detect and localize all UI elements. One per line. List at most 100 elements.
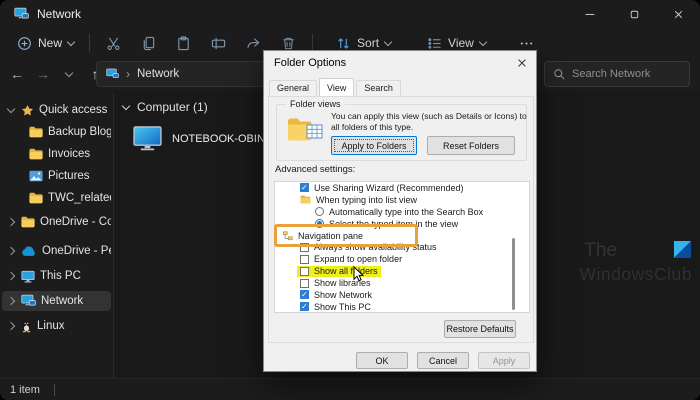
advanced-item-always-show-availability-status[interactable]: Always show availability status <box>275 241 529 253</box>
tab-general[interactable]: General <box>269 80 317 96</box>
checkbox-unchecked-icon[interactable] <box>300 279 309 288</box>
dialog-tabs: GeneralViewSearch <box>269 78 403 96</box>
reset-folders-button[interactable]: Reset Folders <box>427 136 515 155</box>
advanced-item-label: Show all folders <box>314 266 378 276</box>
advanced-settings-label: Advanced settings: <box>275 164 355 175</box>
search-input[interactable] <box>572 68 672 80</box>
chevron-glyph <box>7 218 15 226</box>
picture-icon <box>29 170 43 182</box>
title-bar: Network <box>0 0 700 28</box>
radio-selected-icon[interactable] <box>315 219 324 228</box>
sidebar-item-quick-access[interactable]: Quick access <box>2 100 111 120</box>
checkbox-checked-icon[interactable]: ✓ <box>300 302 309 311</box>
sidebar-item-linux[interactable]: Linux <box>2 316 111 336</box>
network-icon <box>14 7 29 21</box>
chevron-glyph <box>7 272 15 280</box>
sidebar-item-label: OneDrive - Colantu <box>40 216 111 228</box>
advanced-item-label: When typing into list view <box>316 195 417 205</box>
sidebar-item-this-pc[interactable]: This PC <box>2 266 111 286</box>
list-scrollbar[interactable] <box>512 238 515 310</box>
navigation-pane-icon <box>283 231 293 241</box>
checkbox-checked-icon[interactable]: ✓ <box>300 290 309 299</box>
checkbox-unchecked-icon[interactable] <box>300 255 309 264</box>
back-button[interactable]: ← <box>4 61 30 87</box>
advanced-item-content: Always show availability status <box>297 242 440 253</box>
restore-defaults-button[interactable]: Restore Defaults <box>444 320 516 338</box>
search-box[interactable] <box>544 61 690 87</box>
chevron-right-icon[interactable] <box>6 323 16 329</box>
folder-icon <box>29 148 43 160</box>
advanced-item-navigation-pane[interactable]: Navigation pane <box>275 230 529 242</box>
delete-icon <box>281 36 296 51</box>
breadcrumb-item-network[interactable]: Network <box>137 68 179 80</box>
chevron-down-icon <box>384 37 392 45</box>
status-bar: 1 item <box>0 378 700 400</box>
advanced-item-show-this-pc[interactable]: ✓Show This PC <box>275 301 529 313</box>
advanced-item-show-libraries[interactable]: Show libraries <box>275 277 529 289</box>
maximize-button[interactable] <box>612 0 656 28</box>
radio-unselected-icon[interactable] <box>315 207 324 216</box>
maximize-icon <box>628 8 641 21</box>
advanced-item-expand-to-open-folder[interactable]: Expand to open folder <box>275 253 529 265</box>
advanced-item-automatically-type-into-the-search-box[interactable]: Automatically type into the Search Box <box>275 206 529 218</box>
dialog-title: Folder Options <box>274 57 346 69</box>
advanced-item-content: ✓Show This PC <box>297 301 374 312</box>
sidebar-item-pictures[interactable]: Pictures <box>2 166 111 186</box>
sidebar-item-onedrive-colantu[interactable]: OneDrive - Colantu <box>2 212 111 232</box>
minimize-button[interactable] <box>568 0 612 28</box>
rename-button[interactable] <box>201 31 236 55</box>
paste-button[interactable] <box>166 31 201 55</box>
copy-button[interactable] <box>131 31 166 55</box>
checkbox-unchecked-icon[interactable] <box>300 243 309 252</box>
advanced-item-select-the-typed-item-in-the-view[interactable]: Select the typed item in the view <box>275 218 529 230</box>
chevron-down-icon <box>122 101 130 109</box>
recent-locations-button[interactable] <box>56 61 82 87</box>
folder-icon <box>300 195 311 204</box>
sidebar-item-label: TWC_related <box>48 192 111 204</box>
checkbox-unchecked-icon[interactable] <box>300 267 309 276</box>
sidebar-item-label: Network <box>41 295 83 307</box>
sidebar-item-network[interactable]: Network <box>2 291 111 311</box>
close-button[interactable] <box>656 0 700 28</box>
sort-icon <box>336 36 351 51</box>
copy-icon <box>141 36 156 51</box>
sidebar-item-label: Pictures <box>48 170 90 182</box>
folder-views-description: You can apply this view (such as Details… <box>331 111 533 132</box>
chevron-right-icon[interactable] <box>6 248 16 254</box>
folder-views-label: Folder views <box>286 99 345 109</box>
advanced-item-content: Show all folders <box>297 266 381 277</box>
chevron-right-icon[interactable] <box>6 273 16 279</box>
advanced-item-use-sharing-wizard-recommended[interactable]: ✓Use Sharing Wizard (Recommended) <box>275 182 529 194</box>
chevron-right-icon[interactable] <box>6 219 16 225</box>
tab-search[interactable]: Search <box>356 80 401 96</box>
apply-to-folders-button[interactable]: Apply to Folders <box>331 136 417 155</box>
status-divider <box>54 384 55 396</box>
checkbox-checked-icon[interactable]: ✓ <box>300 183 309 192</box>
advanced-item-when-typing-into-list-view[interactable]: When typing into list view <box>275 194 529 206</box>
new-button[interactable]: New <box>8 31 83 55</box>
tab-view[interactable]: View <box>319 78 354 96</box>
cancel-button[interactable]: Cancel <box>417 352 469 369</box>
advanced-item-show-all-folders[interactable]: Show all folders <box>275 265 529 277</box>
network-icon <box>106 68 119 80</box>
linux-icon <box>21 319 32 333</box>
advanced-item-show-network[interactable]: ✓ Show Network <box>275 289 529 301</box>
ok-button[interactable]: OK <box>356 352 408 369</box>
sidebar-item-twc-related[interactable]: TWC_related <box>2 188 111 208</box>
view-tab-page: Folder views You can apply this view (su… <box>268 96 534 343</box>
advanced-item-label: Show Network <box>314 290 372 300</box>
sidebar-item-invoices[interactable]: Invoices <box>2 144 111 164</box>
sidebar-item-onedrive-personal[interactable]: OneDrive - Personal <box>2 241 111 261</box>
sidebar-item-backup-blog-posts[interactable]: Backup Blog posts <box>2 122 111 142</box>
rename-icon <box>211 36 226 51</box>
dialog-close-button[interactable] <box>513 55 531 71</box>
computer-icon <box>133 126 162 151</box>
cut-button[interactable] <box>96 31 131 55</box>
advanced-item-label: Select the typed item in the view <box>329 219 458 229</box>
chevron-down-icon <box>479 37 487 45</box>
forward-button[interactable]: → <box>30 61 56 87</box>
pc-icon <box>21 270 35 283</box>
chevron-down-icon[interactable] <box>6 109 16 112</box>
chevron-right-icon[interactable] <box>6 298 16 304</box>
chevron-glyph <box>7 104 15 112</box>
